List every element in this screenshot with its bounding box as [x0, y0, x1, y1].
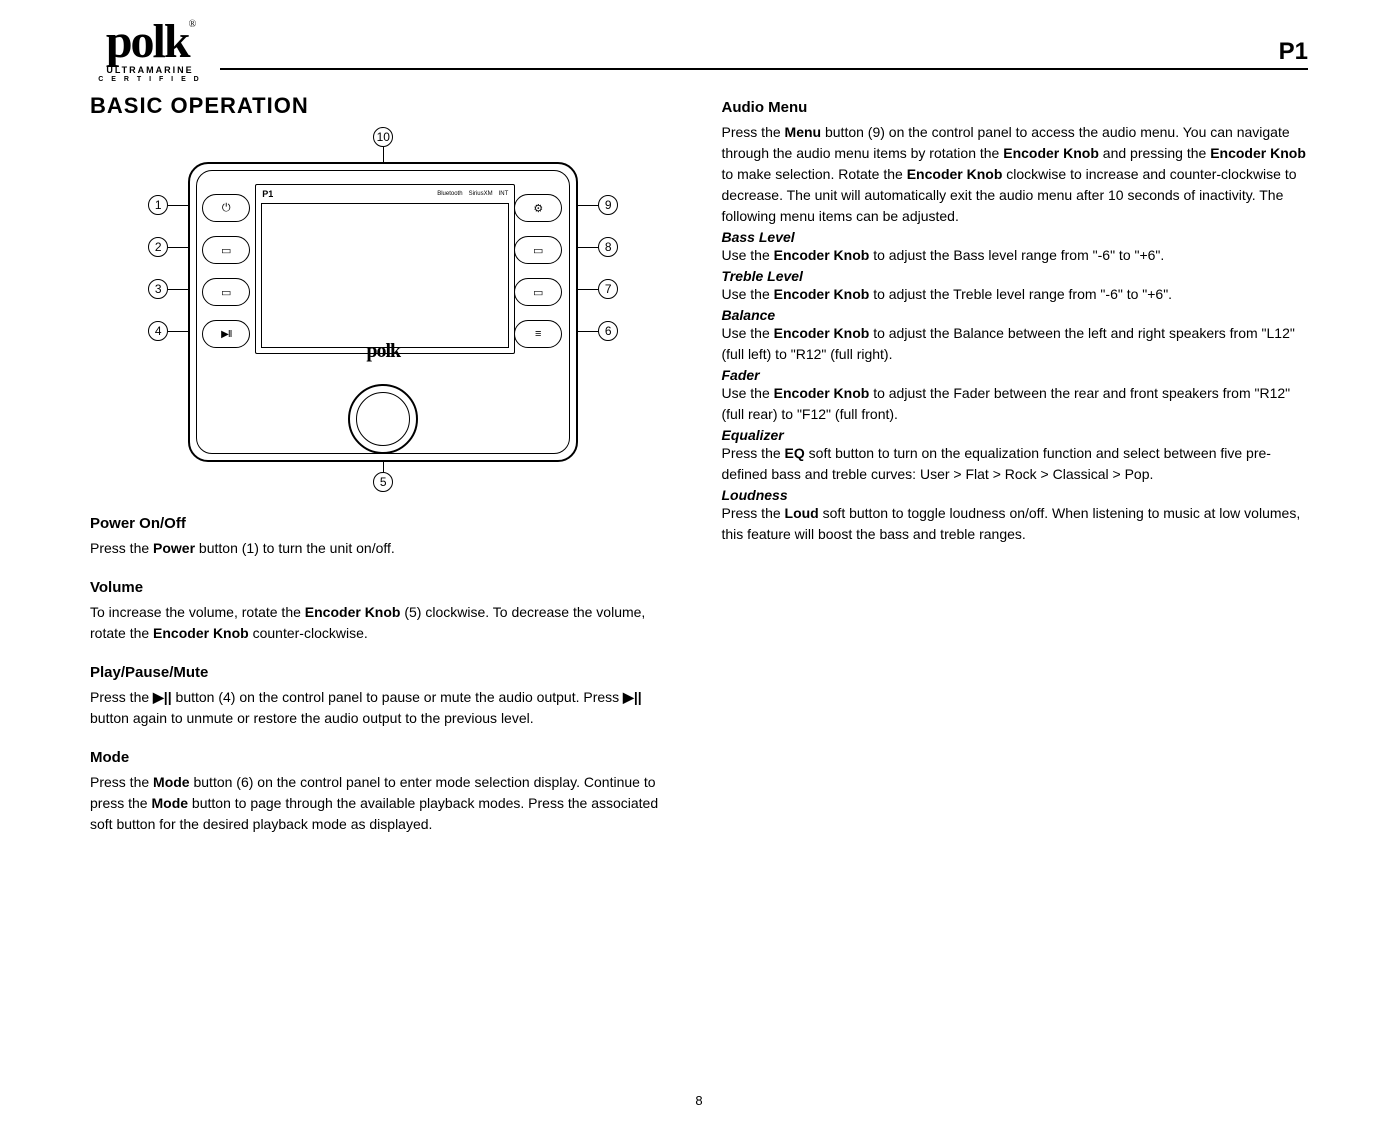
left-column: BASIC OPERATION 10 1 2 3 4 9 8 7 6 — [90, 93, 677, 835]
page-number: 8 — [695, 1093, 702, 1108]
section-body: Use the Encoder Knob to adjust the Trebl… — [722, 284, 1309, 305]
screen-status-icons: Bluetooth SiriusXM INT — [437, 191, 508, 197]
soft-button-8: ▭ — [514, 236, 562, 264]
sub-heading: Loudness — [722, 487, 1309, 503]
sub-heading: Balance — [722, 307, 1309, 323]
soft-button-3: ▭ — [202, 278, 250, 306]
screen-display-area — [261, 203, 509, 348]
section-body: Press the Menu button (9) on the control… — [722, 122, 1309, 227]
device-body: P1 Bluetooth SiriusXM INT polk — [188, 162, 578, 462]
page-header: polk® ULTRAMARINE C E R T I F I E D P1 — [90, 20, 1308, 83]
screen-model-label: P1 — [262, 189, 273, 199]
sub-heading: Bass Level — [722, 229, 1309, 245]
menu-button: ≡ — [514, 320, 562, 348]
brand-tagline-2: C E R T I F I E D — [98, 76, 202, 83]
callout-2: 2 — [148, 237, 168, 257]
section-body: Press the Loud soft button to toggle lou… — [722, 503, 1309, 545]
section-body: Use the Encoder Knob to adjust the Balan… — [722, 323, 1309, 365]
left-button-column: ⏻ ▭ ▭ ▶II — [202, 194, 252, 348]
play-pause-icon: ▶II — [221, 329, 231, 340]
right-column: Audio Menu Press the Menu button (9) on … — [722, 93, 1309, 835]
flat-icon: ▭ — [533, 244, 543, 257]
model-label: P1 — [1279, 38, 1308, 66]
section-body: Press the Power button (1) to turn the u… — [90, 538, 677, 559]
callout-10: 10 — [373, 127, 393, 147]
power-button: ⏻ — [202, 194, 250, 222]
callout-3: 3 — [148, 279, 168, 299]
bluetooth-icon: Bluetooth — [437, 191, 462, 197]
section-heading: Mode — [90, 749, 677, 766]
callout-9: 9 — [598, 195, 618, 215]
flat-icon: ▭ — [533, 286, 543, 299]
encoder-knob — [348, 384, 418, 454]
soft-button-2: ▭ — [202, 236, 250, 264]
soft-button-7: ▭ — [514, 278, 562, 306]
callout-1: 1 — [148, 195, 168, 215]
power-icon: ⏻ — [222, 202, 231, 215]
main-heading: BASIC OPERATION — [90, 93, 677, 119]
siriusxm-icon: SiriusXM — [469, 191, 493, 197]
right-button-column: ⚙ ▭ ▭ ≡ — [514, 194, 564, 348]
section-body: Press the ▶|| button (4) on the control … — [90, 687, 677, 729]
callout-4: 4 — [148, 321, 168, 341]
brand-tagline-1: ULTRAMARINE — [106, 65, 193, 75]
menu-icon: ≡ — [535, 328, 541, 340]
section-body: Use the Encoder Knob to adjust the Fader… — [722, 383, 1309, 425]
brand-logo: polk® ULTRAMARINE C E R T I F I E D — [90, 20, 210, 83]
callout-6: 6 — [598, 321, 618, 341]
int-icon: INT — [499, 191, 509, 197]
brand-name: polk® — [106, 20, 194, 63]
sub-heading: Treble Level — [722, 268, 1309, 284]
device-brand-label: polk — [366, 340, 400, 363]
sub-heading: Equalizer — [722, 427, 1309, 443]
callout-5: 5 — [373, 472, 393, 492]
section-body: Press the Mode button (6) on the control… — [90, 772, 677, 835]
section-body: Press the EQ soft button to turn on the … — [722, 443, 1309, 485]
section-body: To increase the volume, rotate the Encod… — [90, 602, 677, 644]
section-body: Use the Encoder Knob to adjust the Bass … — [722, 245, 1309, 266]
flat-icon: ▭ — [221, 244, 231, 257]
section-heading: Play/Pause/Mute — [90, 664, 677, 681]
header-divider — [220, 68, 1308, 70]
callout-7: 7 — [598, 279, 618, 299]
registered-mark: ® — [189, 19, 195, 30]
control-panel-diagram: 10 1 2 3 4 9 8 7 6 5 — [138, 127, 628, 495]
gear-icon: ⚙ — [533, 202, 543, 215]
settings-button: ⚙ — [514, 194, 562, 222]
section-heading: Power On/Off — [90, 515, 677, 532]
section-heading: Volume — [90, 579, 677, 596]
device-screen: P1 Bluetooth SiriusXM INT — [255, 184, 515, 354]
callout-8: 8 — [598, 237, 618, 257]
section-heading: Audio Menu — [722, 99, 1309, 116]
sub-heading: Fader — [722, 367, 1309, 383]
play-pause-button: ▶II — [202, 320, 250, 348]
flat-icon: ▭ — [221, 286, 231, 299]
